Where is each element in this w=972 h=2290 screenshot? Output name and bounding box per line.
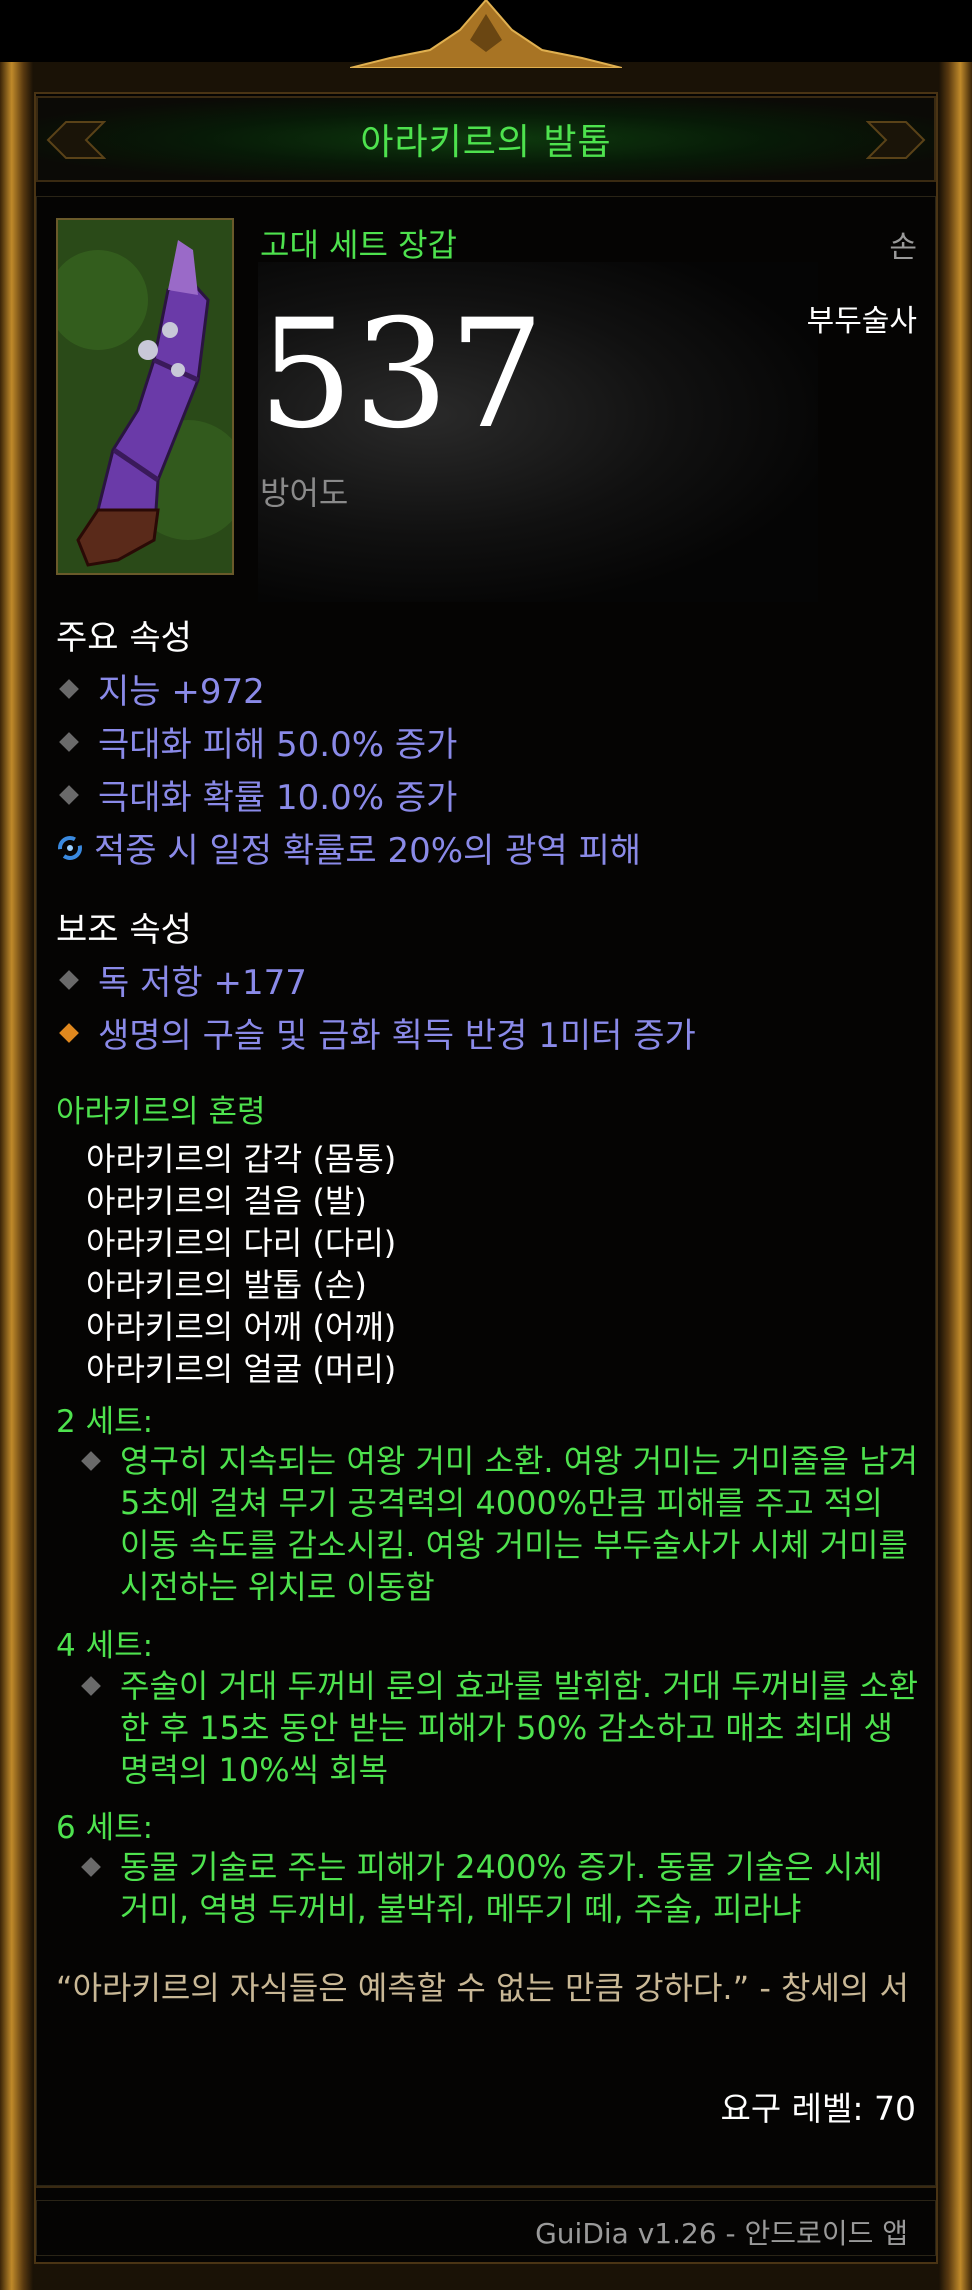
item-type: 고대 세트 장갑 xyxy=(260,226,457,264)
title-ornament-left-icon xyxy=(46,121,106,159)
primary-prop: 극대화 피해 50.0% 증가 xyxy=(56,717,457,766)
set-bonus: 주술이 거대 두꺼비 룬의 효과를 발휘함. 거대 두꺼비를 소환한 후 15초… xyxy=(80,1665,920,1795)
set-bonus-text: 주술이 거대 두꺼비 룬의 효과를 발휘함. 거대 두꺼비를 소환한 후 15초… xyxy=(120,1667,919,1789)
set-bonus-label: 2 세트: xyxy=(56,1404,154,1440)
set-piece: 아라키르의 걸음 (발) xyxy=(86,1182,367,1220)
app-version-label: GuiDia v1.26 - 안드로이드 앱 xyxy=(535,2217,908,2250)
set-bonus-text: 영구히 지속되는 여왕 거미 소환. 여왕 거미는 거미줄을 남겨 5초에 걸쳐… xyxy=(120,1442,919,1606)
gloves-icon xyxy=(58,220,232,573)
orange-diamond-bullet-icon xyxy=(59,1022,79,1043)
diamond-bullet-icon xyxy=(81,1857,101,1877)
diamond-bullet-icon xyxy=(81,1676,101,1696)
diamond-bullet-icon xyxy=(59,678,79,699)
armor-value: 537 xyxy=(258,288,545,462)
secondary-prop-text: 독 저항 +177 xyxy=(98,963,307,1003)
primary-prop: 지능 +972 xyxy=(56,664,265,713)
diamond-bullet-icon xyxy=(59,731,79,752)
diamond-bullet-icon xyxy=(81,1451,101,1471)
flavor-text: “아라키르의 자식들은 예측할 수 없는 만큼 강하다.” - 창세의 서 xyxy=(56,1969,909,2007)
set-bonus: 영구히 지속되는 여왕 거미 소환. 여왕 거미는 거미줄을 남겨 5초에 걸쳐… xyxy=(80,1440,920,1610)
set-piece: 아라키르의 얼굴 (머리) xyxy=(86,1350,397,1388)
armor-label: 방어도 xyxy=(260,474,349,512)
title-bar: 아라키르의 발톱 xyxy=(36,96,936,182)
item-name: 아라키르의 발톱 xyxy=(360,122,612,163)
primary-prop-text: 극대화 확률 10.0% 증가 xyxy=(98,778,458,818)
primary-prop-text: 적중 시 일정 확률로 20%의 광역 피해 xyxy=(94,831,642,871)
item-icon-frame xyxy=(56,218,234,575)
secondary-prop-text: 생명의 구슬 및 금화 획득 반경 1미터 증가 xyxy=(98,1016,696,1056)
set-name: 아라키르의 혼령 xyxy=(56,1094,266,1130)
diamond-bullet-icon xyxy=(59,969,79,990)
primary-prop-text: 극대화 피해 50.0% 증가 xyxy=(98,725,458,765)
footer-divider xyxy=(36,2186,936,2188)
item-class: 부두술사 xyxy=(806,304,917,339)
set-piece: 아라키르의 발톱 (손) xyxy=(86,1266,367,1304)
diamond-bullet-icon xyxy=(59,784,79,805)
crest-ornament xyxy=(350,0,622,68)
primary-prop: 극대화 확률 10.0% 증가 xyxy=(56,770,457,819)
primary-prop-text: 지능 +972 xyxy=(98,672,265,712)
secondary-header: 보조 속성 xyxy=(56,910,192,950)
required-level: 요구 레벨: 70 xyxy=(720,2089,916,2128)
set-bonus: 동물 기술로 주는 피해가 2400% 증가. 동물 기술은 시체 거미, 역병… xyxy=(80,1846,920,1936)
item-slot: 손 xyxy=(889,230,917,265)
set-bonus-label: 6 세트: xyxy=(56,1810,154,1846)
secondary-prop: 독 저항 +177 xyxy=(56,955,307,1004)
proc-swirl-icon xyxy=(58,835,82,860)
set-piece: 아라키르의 갑각 (몸통) xyxy=(86,1140,397,1178)
set-bonus-label: 4 세트: xyxy=(56,1628,154,1664)
set-piece: 아라키르의 어깨 (어깨) xyxy=(86,1308,397,1346)
primary-header: 주요 속성 xyxy=(56,618,192,658)
secondary-prop: 생명의 구슬 및 금화 획득 반경 1미터 증가 xyxy=(56,1008,696,1057)
primary-prop: 적중 시 일정 확률로 20%의 광역 피해 xyxy=(56,823,641,872)
title-ornament-right-icon xyxy=(866,121,926,159)
set-piece: 아라키르의 다리 (다리) xyxy=(86,1224,397,1262)
set-bonus-text: 동물 기술로 주는 피해가 2400% 증가. 동물 기술은 시체 거미, 역병… xyxy=(120,1848,883,1928)
